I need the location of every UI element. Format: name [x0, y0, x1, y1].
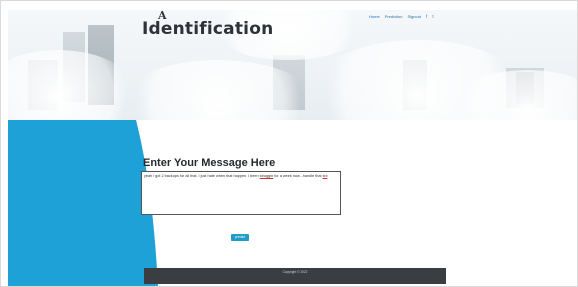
message-heading: Enter Your Message Here — [143, 157, 276, 169]
nav-prediction[interactable]: Prediction — [385, 14, 403, 19]
message-textarea[interactable]: yeah i got 2 backups for all that. i jus… — [141, 171, 341, 215]
nav-signout[interactable]: Signout — [407, 14, 421, 19]
blue-decorative-shape — [8, 120, 158, 287]
blue-wave-graphic — [8, 120, 158, 287]
predict-button[interactable]: predict — [231, 234, 249, 241]
misspelled-word: shi — [322, 174, 328, 178]
twitter-icon[interactable]: t — [432, 14, 433, 19]
page-title-text: Identification — [142, 19, 274, 39]
hero-banner — [8, 10, 578, 120]
misspelled-word: struggln — [259, 174, 274, 178]
page-title: Identification — [142, 11, 273, 39]
nav-home[interactable]: Home — [369, 14, 380, 19]
top-nav: Home Prediction Signout f t — [369, 14, 434, 19]
message-text: yeah i got 2 backups for all that. i jus… — [144, 174, 260, 178]
facebook-icon[interactable]: f — [426, 14, 427, 19]
message-text: for a week now...handle that — [273, 174, 323, 178]
footer: Copyright © 2022 — [144, 268, 446, 284]
copyright-text: Copyright © 2022 — [282, 270, 308, 274]
